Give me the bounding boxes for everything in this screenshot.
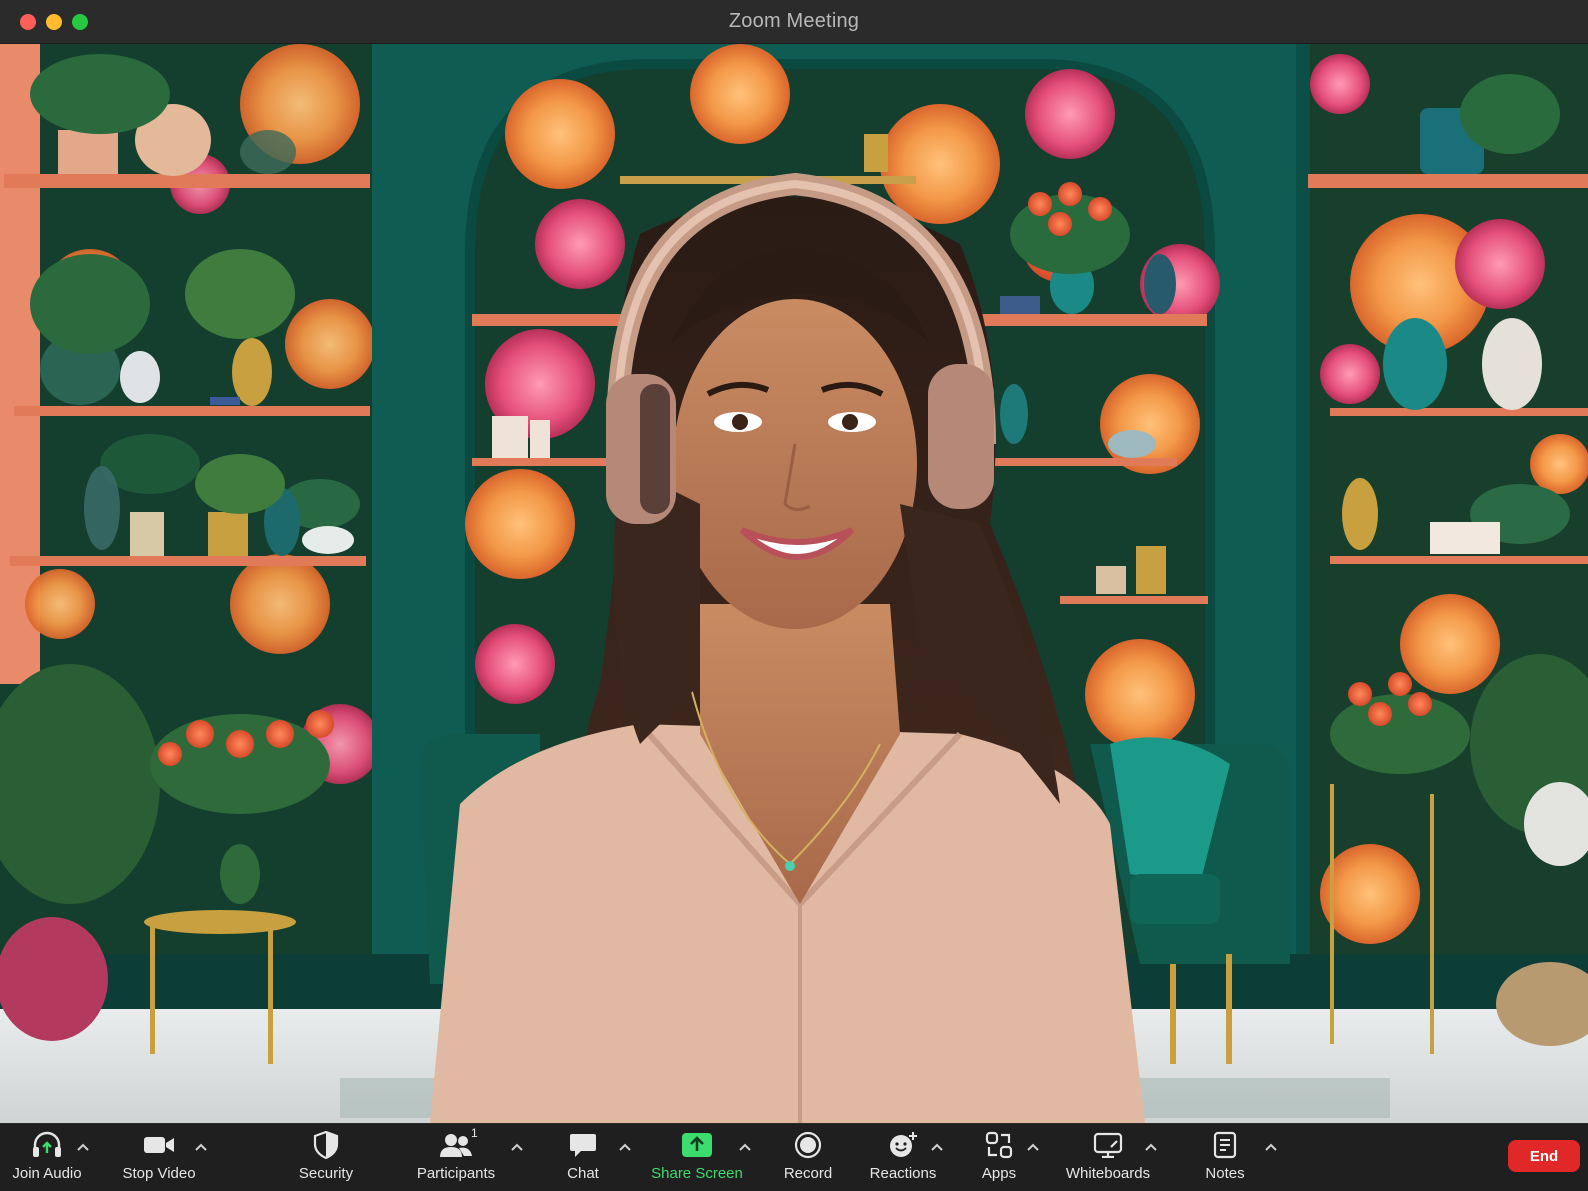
chat-bubble-icon bbox=[569, 1130, 597, 1160]
apps-options-caret[interactable] bbox=[1026, 1140, 1040, 1154]
join-audio-label: Join Audio bbox=[12, 1165, 82, 1182]
stop-video-label: Stop Video bbox=[122, 1165, 196, 1182]
apps-button[interactable]: Apps bbox=[964, 1130, 1034, 1188]
notes-button[interactable]: Notes bbox=[1190, 1130, 1260, 1188]
apps-label: Apps bbox=[981, 1165, 1017, 1182]
participants-options-caret[interactable] bbox=[510, 1140, 524, 1154]
participants-label: Participants bbox=[416, 1165, 496, 1182]
reactions-options-caret[interactable] bbox=[930, 1140, 944, 1154]
whiteboards-options-caret[interactable] bbox=[1144, 1140, 1158, 1154]
notes-icon bbox=[1213, 1130, 1237, 1160]
share-screen-label: Share Screen bbox=[651, 1165, 743, 1182]
end-meeting-button[interactable]: End bbox=[1508, 1140, 1580, 1172]
video-options-caret[interactable] bbox=[194, 1140, 208, 1154]
record-icon bbox=[794, 1130, 822, 1160]
chat-button[interactable]: Chat bbox=[548, 1130, 618, 1188]
minimize-window-button[interactable] bbox=[46, 14, 62, 30]
window-controls bbox=[20, 14, 88, 30]
chat-options-caret[interactable] bbox=[618, 1140, 632, 1154]
shield-icon bbox=[313, 1130, 339, 1160]
notes-options-caret[interactable] bbox=[1264, 1140, 1278, 1154]
whiteboards-button[interactable]: Whiteboards bbox=[1056, 1130, 1160, 1188]
whiteboard-icon bbox=[1093, 1130, 1123, 1160]
share-options-caret[interactable] bbox=[738, 1140, 752, 1154]
apps-icon bbox=[985, 1130, 1013, 1160]
people-icon bbox=[439, 1130, 473, 1160]
reactions-label: Reactions bbox=[869, 1165, 937, 1182]
participants-button[interactable]: Participants bbox=[408, 1130, 504, 1188]
chat-label: Chat bbox=[567, 1165, 599, 1182]
window-title: Zoom Meeting bbox=[728, 10, 860, 32]
window-titlebar: Zoom Meeting bbox=[0, 0, 1588, 44]
video-camera-icon bbox=[143, 1130, 175, 1160]
security-label: Security bbox=[298, 1165, 354, 1182]
participant-video bbox=[0, 44, 1588, 1123]
video-frame bbox=[0, 44, 1588, 1123]
join-audio-button[interactable]: Join Audio bbox=[8, 1130, 86, 1188]
meeting-controls-toolbar: Join Audio Stop Video Security Participa… bbox=[0, 1123, 1588, 1191]
audio-options-caret[interactable] bbox=[76, 1140, 90, 1154]
share-arrow-icon bbox=[682, 1130, 712, 1160]
record-button[interactable]: Record bbox=[768, 1130, 848, 1188]
stop-video-button[interactable]: Stop Video bbox=[116, 1130, 202, 1188]
participants-count-badge: 1 bbox=[471, 1126, 478, 1140]
record-label: Record bbox=[783, 1165, 833, 1182]
share-screen-button[interactable]: Share Screen bbox=[648, 1130, 746, 1188]
smiley-plus-icon bbox=[888, 1130, 918, 1160]
headphones-icon bbox=[31, 1130, 63, 1160]
reactions-button[interactable]: Reactions bbox=[862, 1130, 944, 1188]
notes-label: Notes bbox=[1205, 1165, 1245, 1182]
whiteboards-label: Whiteboards bbox=[1065, 1165, 1151, 1182]
close-window-button[interactable] bbox=[20, 14, 36, 30]
security-button[interactable]: Security bbox=[286, 1130, 366, 1188]
fullscreen-window-button[interactable] bbox=[72, 14, 88, 30]
